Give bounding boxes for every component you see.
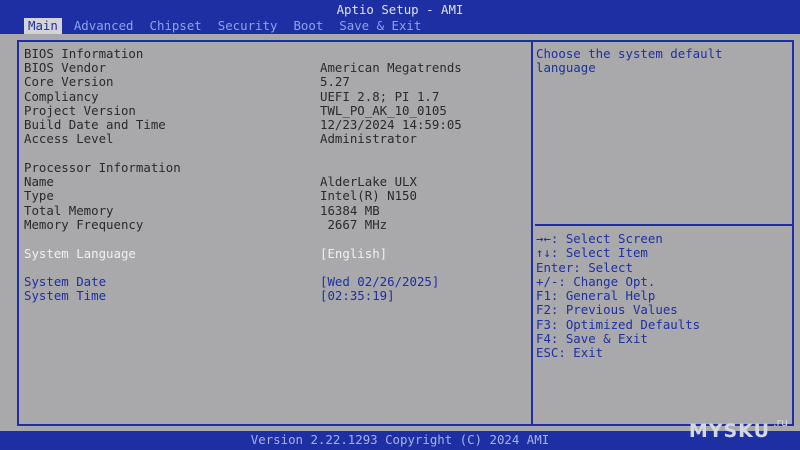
help-divider xyxy=(535,224,792,226)
status-bar: Version 2.22.1293 Copyright (C) 2024 AMI xyxy=(0,431,800,450)
help-description-line-2: language xyxy=(536,60,596,75)
tab-security[interactable]: Security xyxy=(214,18,282,34)
system-language-value[interactable]: [English] xyxy=(320,246,387,261)
memory-frequency-value: 2667 MHz xyxy=(320,217,388,232)
system-language-label[interactable]: System Language xyxy=(24,246,136,261)
system-time-label[interactable]: System Time xyxy=(24,288,106,303)
tab-save-exit[interactable]: Save & Exit xyxy=(335,18,425,34)
menu-bar: Main Advanced Chipset Security Boot Save… xyxy=(24,18,433,34)
key-hint-select-item: ↑↓: Select Item xyxy=(536,245,648,260)
core-version-label: Core Version xyxy=(24,74,114,89)
system-time-value[interactable]: [02:35:19] xyxy=(320,288,395,303)
processor-type-label: Type xyxy=(24,188,54,203)
key-hint-esc-exit: ESC: Exit xyxy=(536,345,604,360)
tab-main[interactable]: Main xyxy=(24,18,62,34)
watermark-suffix: .ru xyxy=(773,416,788,429)
core-version-value: 5.27 xyxy=(320,74,350,89)
memory-frequency-label: Memory Frequency xyxy=(24,217,144,232)
tab-chipset[interactable]: Chipset xyxy=(146,18,206,34)
access-level-value: Administrator xyxy=(320,131,417,146)
access-level-label: Access Level xyxy=(24,131,114,146)
window-title: Aptio Setup - AMI xyxy=(336,2,464,17)
tab-boot[interactable]: Boot xyxy=(289,18,327,34)
key-hint-previous-values: F2: Previous Values xyxy=(536,302,678,317)
title-bar: Aptio Setup - AMI Main Advanced Chipset … xyxy=(0,0,800,34)
tab-advanced[interactable]: Advanced xyxy=(70,18,138,34)
version-footer: Version 2.22.1293 Copyright (C) 2024 AMI xyxy=(250,432,550,447)
processor-type-value: Intel(R) N150 xyxy=(320,188,417,203)
watermark-logo: MYSKU xyxy=(688,420,770,442)
